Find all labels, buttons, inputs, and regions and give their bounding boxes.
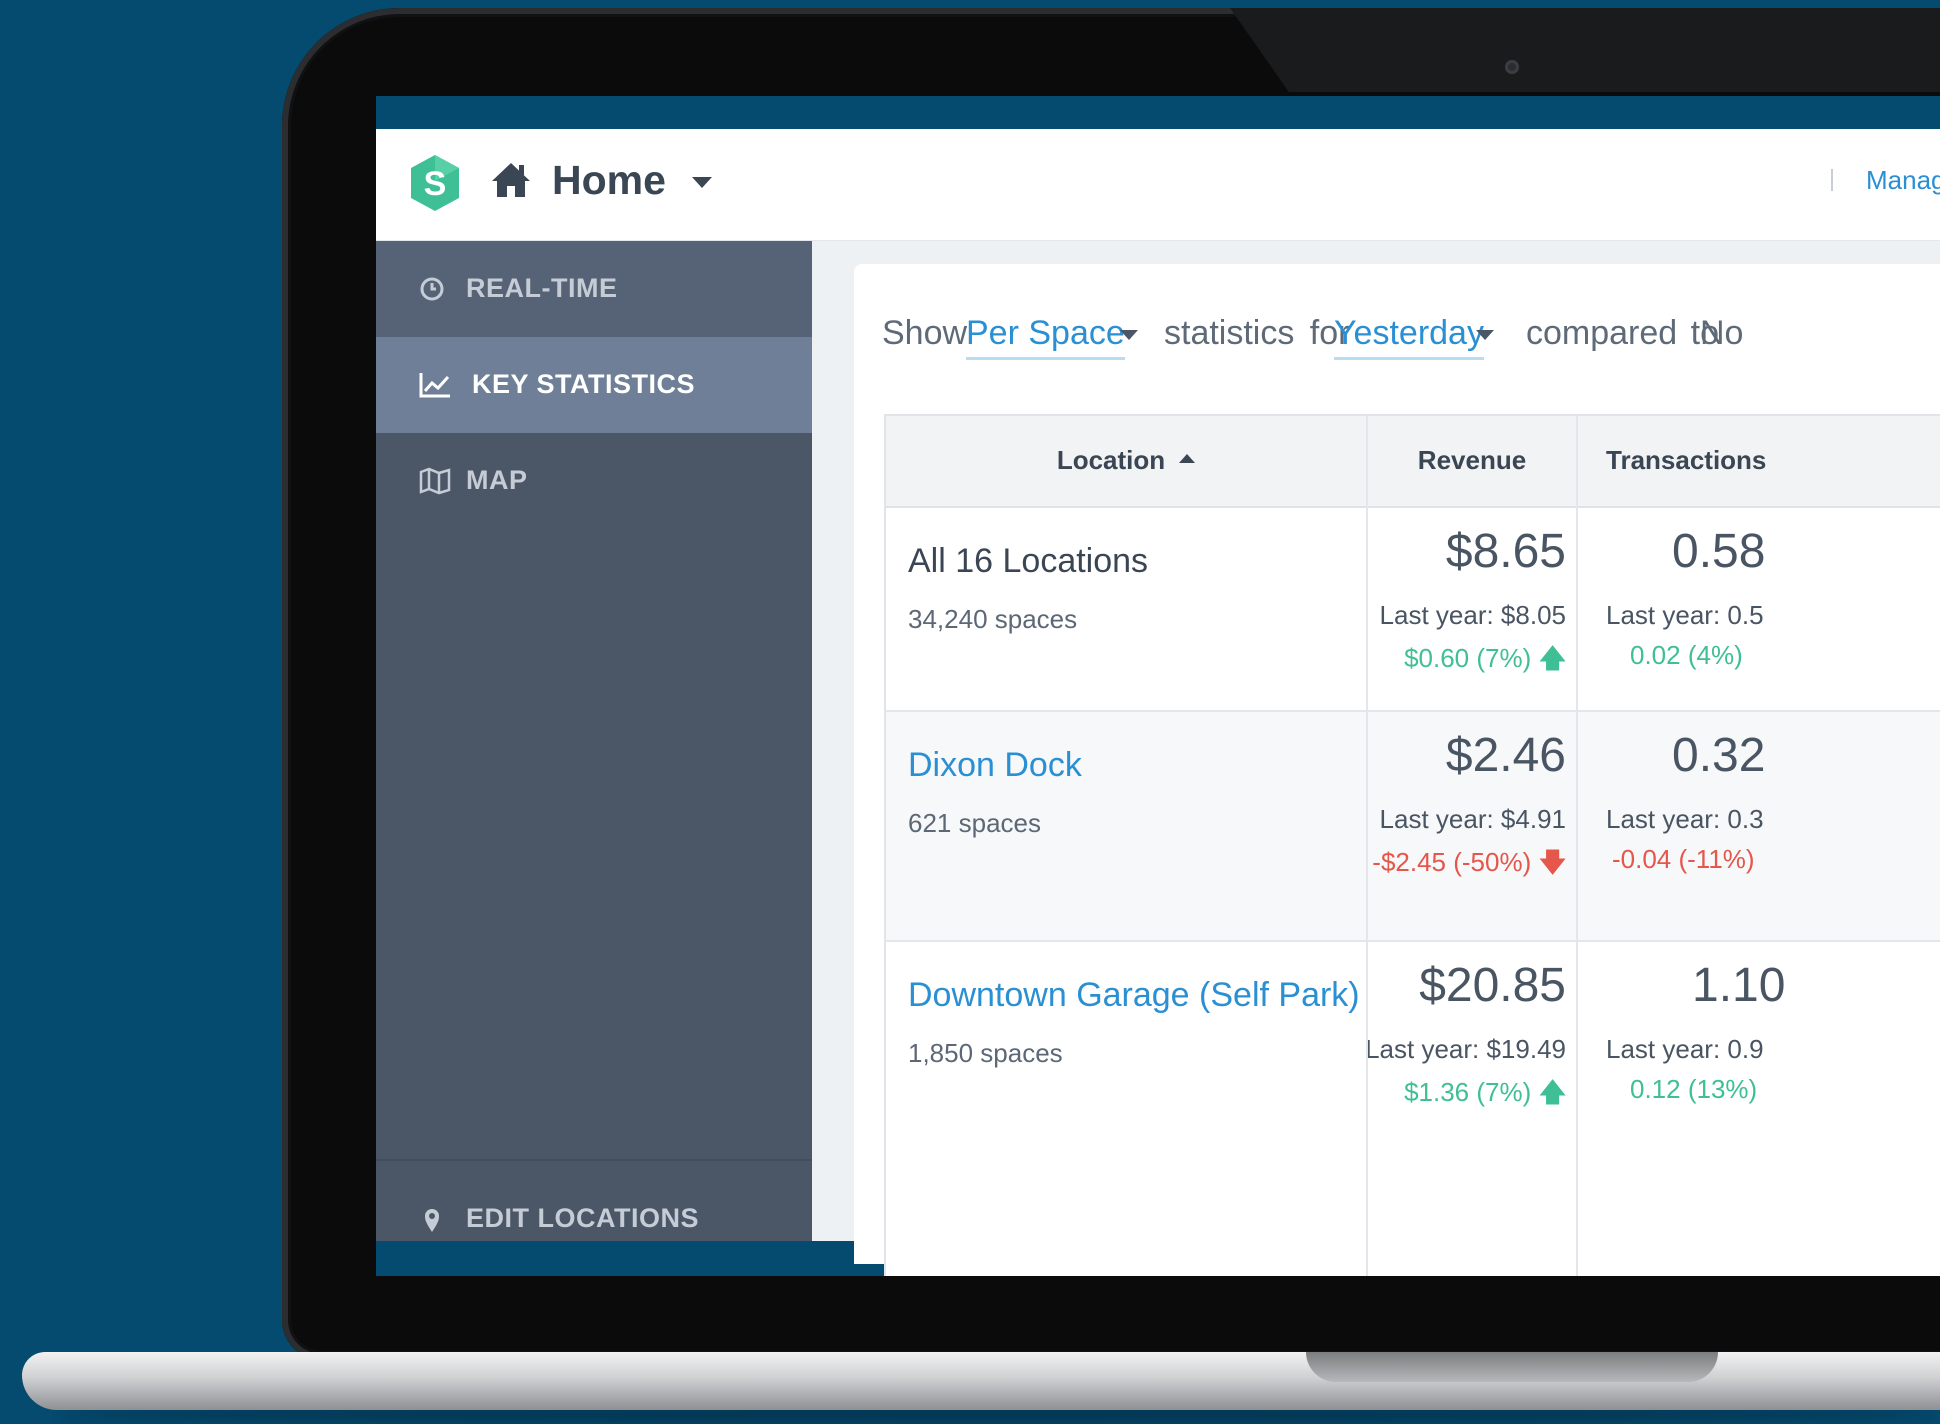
location-spaces: 1,850 spaces: [908, 1038, 1063, 1068]
arrow-up-icon: 🡅: [1539, 1077, 1566, 1107]
revenue-value: $20.85: [1419, 959, 1566, 1012]
transactions-change: 0.12 (13%): [1630, 1074, 1758, 1104]
arrow-down-icon: 🡇: [1539, 847, 1566, 877]
chevron-down-icon[interactable]: [692, 177, 712, 188]
revenue-value: $8.65: [1445, 525, 1566, 578]
revenue-last-year: Last year: $4.91: [1379, 804, 1566, 834]
sidebar-item-label: EDIT LOCATIONS: [466, 1203, 699, 1233]
transactions-value: 0.32: [1672, 729, 1766, 782]
location-spaces: 621 spaces: [908, 808, 1041, 838]
transactions-last-year: Last year: 0.9: [1606, 1034, 1764, 1064]
chevron-down-icon[interactable]: [1120, 330, 1138, 340]
filter-statistics-label: statistics for: [1164, 314, 1350, 352]
chevron-down-icon[interactable]: [1476, 330, 1494, 340]
map-pin-icon: [425, 1209, 439, 1232]
sidebar: REAL-TIME KEY STATISTICS MAP EDIT LOCATI…: [376, 241, 812, 1241]
transactions-value: 0.58: [1672, 525, 1766, 578]
statistics-table: Location Revenue Transactions All 16 Loc…: [884, 414, 1940, 1276]
page-title-dropdown[interactable]: Home: [552, 157, 666, 204]
filter-show-label: Show: [882, 314, 968, 352]
svg-text:S: S: [424, 165, 447, 203]
column-header-transactions[interactable]: Transactions: [1606, 416, 1766, 508]
sidebar-item-real-time[interactable]: REAL-TIME: [376, 241, 812, 337]
app-logo-icon[interactable]: S: [408, 153, 462, 213]
table-row[interactable]: All 16 Locations 34,240 spaces $8.65 Las…: [886, 508, 1940, 712]
sidebar-divider: [376, 1159, 812, 1161]
clock-icon: [420, 277, 444, 301]
transactions-value: 1.10: [1692, 959, 1786, 1012]
column-header-location[interactable]: Location: [886, 416, 1366, 508]
transactions-change: 0.02 (4%): [1630, 640, 1743, 670]
revenue-change: $0.60 (7%) 🡅: [1404, 640, 1566, 684]
revenue-change: $1.36 (7%) 🡅: [1404, 1074, 1566, 1118]
sidebar-item-key-statistics[interactable]: KEY STATISTICS: [376, 337, 812, 433]
location-name: All 16 Locations: [908, 542, 1149, 580]
navbar-divider: [1831, 169, 1833, 191]
line-chart-icon: [419, 373, 450, 398]
revenue-last-year: Last year: $19.49: [1365, 1034, 1566, 1064]
sidebar-item-label: MAP: [466, 465, 528, 495]
webcam: [1505, 60, 1519, 74]
sort-ascending-icon: [1179, 453, 1196, 463]
transactions-change: -0.04 (-11%): [1612, 844, 1755, 874]
sidebar-item-edit-locations[interactable]: EDIT LOCATIONS: [376, 1171, 812, 1267]
laptop-hinge-notch: [1306, 1352, 1718, 1382]
sidebar-item-map[interactable]: MAP: [376, 433, 812, 529]
home-icon[interactable]: [490, 161, 532, 199]
column-header-revenue[interactable]: Revenue: [1368, 416, 1576, 508]
table-row[interactable]: Downtown Garage (Self Park) 1,850 spaces…: [886, 942, 1940, 1276]
camera-housing: [1230, 8, 1940, 92]
revenue-change: -$2.45 (-50%) 🡇: [1372, 844, 1566, 888]
location-spaces: 34,240 spaces: [908, 604, 1078, 634]
location-link[interactable]: Downtown Garage (Self Park): [908, 976, 1360, 1015]
app-screen: S Home Manag REAL-TIME KEY STATISTICS MA…: [376, 96, 1940, 1276]
period-select[interactable]: Yesterday: [1334, 314, 1484, 360]
transactions-last-year: Last year: 0.3: [1606, 804, 1764, 834]
revenue-last-year: Last year: $8.05: [1379, 600, 1566, 630]
transactions-last-year: Last year: 0.5: [1606, 600, 1764, 630]
arrow-up-icon: 🡅: [1539, 643, 1566, 673]
location-link[interactable]: Dixon Dock: [908, 746, 1082, 785]
revenue-value: $2.46: [1445, 729, 1566, 782]
table-header: Location Revenue Transactions: [886, 416, 1940, 508]
column-divider: [1576, 416, 1578, 1276]
metric-select[interactable]: Per Space: [966, 314, 1125, 360]
sidebar-item-label: REAL-TIME: [466, 273, 618, 303]
filter-compared-label: compared to: [1526, 314, 1719, 352]
top-navbar: S Home Manag: [376, 129, 1940, 241]
comparison-select[interactable]: No: [1700, 314, 1743, 353]
manage-link[interactable]: Manag: [1866, 165, 1940, 196]
map-icon: [419, 467, 451, 495]
column-divider: [1366, 416, 1368, 1276]
sidebar-item-label: KEY STATISTICS: [472, 369, 696, 399]
table-row[interactable]: Dixon Dock 621 spaces $2.46 Last year: $…: [886, 712, 1940, 942]
